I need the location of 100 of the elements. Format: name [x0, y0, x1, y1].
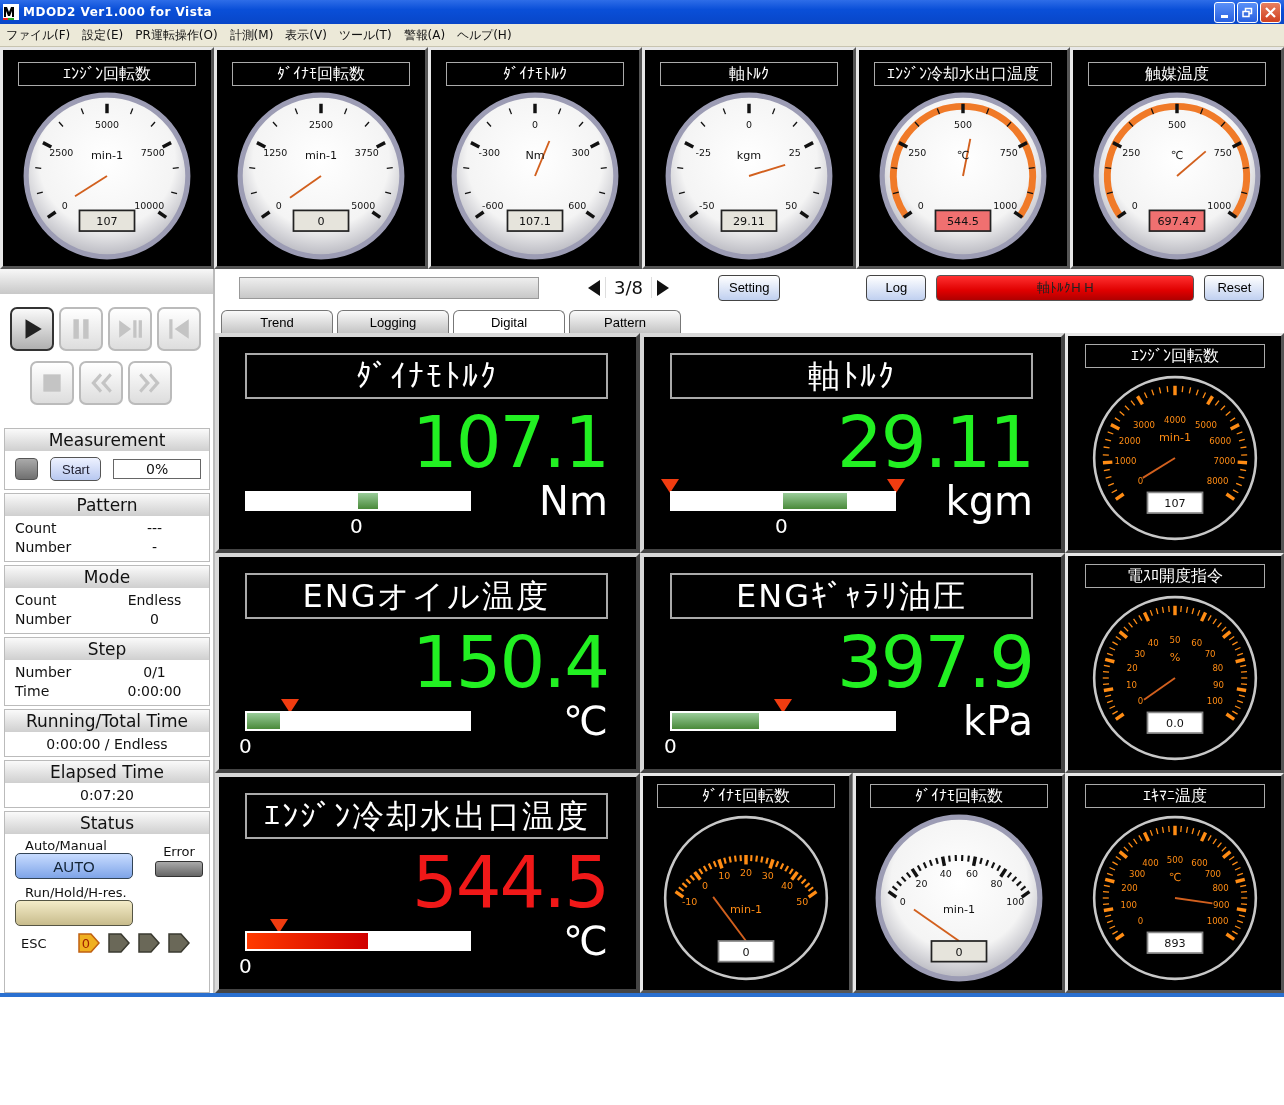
value-readout: 0: [930, 940, 988, 963]
reset-button[interactable]: Reset: [1204, 274, 1265, 301]
value-readout: 0: [717, 940, 775, 963]
gauge-needle: [748, 163, 787, 177]
scale-label: 0: [61, 200, 68, 212]
gauge-title: ｴﾝｼﾞﾝ回転数: [1084, 344, 1265, 368]
scale-label: 50: [1169, 634, 1180, 645]
menu-item[interactable]: ファイル(F): [6, 26, 71, 44]
value-readout: 107.1: [506, 209, 564, 232]
section-title: Pattern: [5, 494, 209, 516]
scale-label: 2500: [308, 118, 334, 130]
gauge-title: ｴｷﾏﾆ温度: [1084, 784, 1265, 808]
gauge-title: 触媒温度: [1088, 62, 1266, 86]
scale-label: 0: [701, 880, 708, 892]
field-label: Count: [15, 519, 58, 538]
scale-label: 30: [761, 870, 774, 882]
gauge-title: ﾀﾞｲﾅﾓ回転数: [232, 62, 410, 86]
field-label: Time: [15, 682, 51, 701]
scale-label: 1000: [1207, 200, 1232, 212]
gauge-title: 軸ﾄﾙｸ: [660, 62, 838, 86]
field-label: Count: [15, 591, 58, 610]
unit-label: min-1: [1158, 430, 1191, 444]
menu-item[interactable]: ツール(T): [338, 26, 392, 44]
unit-label: min-1: [942, 903, 976, 917]
scale-label: 900: [1212, 900, 1229, 911]
run-state-button[interactable]: [15, 900, 133, 926]
value-readout: 107: [78, 209, 136, 232]
left-triangle-icon: [587, 278, 601, 297]
scale-label: 20: [1126, 663, 1138, 674]
scale-label: 30: [1133, 648, 1145, 659]
menu-item[interactable]: 計測(M): [229, 26, 274, 44]
unit-label: ℃: [1170, 148, 1184, 162]
menu-item[interactable]: 表示(V): [285, 26, 327, 44]
scale-label: 1000: [993, 200, 1018, 212]
scale-label: 1000: [1206, 915, 1229, 926]
panel-title: ｴﾝｼﾞﾝ冷却水出口温度: [245, 793, 608, 839]
unit-label: min-1: [729, 903, 763, 917]
tab[interactable]: Pattern: [569, 310, 681, 333]
gauge-needle: [1141, 457, 1176, 479]
scale-label: 600: [568, 200, 587, 212]
scale-label: -600: [482, 200, 504, 212]
play-button[interactable]: [10, 307, 54, 351]
value-reading: 107.1: [410, 405, 608, 479]
unit-label: ℃: [563, 699, 608, 743]
value-reading: 544.5: [410, 845, 608, 919]
start-button[interactable]: Start: [50, 457, 102, 481]
menu-item[interactable]: PR運転操作(O): [135, 26, 218, 44]
scale-label: 1250: [263, 146, 288, 158]
gauge-needle: [289, 175, 322, 199]
scale-label: 600: [1190, 858, 1208, 869]
field-value: 0/1: [142, 663, 167, 682]
scale-label: 5000: [351, 200, 376, 212]
section-title: Running/Total Time: [5, 710, 209, 732]
scale-label: 7000: [1213, 455, 1235, 466]
scale-label: 10: [1125, 680, 1137, 691]
value-readout: 0.0: [1146, 711, 1203, 734]
menu-item[interactable]: 設定(E): [82, 26, 124, 44]
app-icon: [3, 4, 19, 20]
menu-item[interactable]: ヘルプ(H): [457, 26, 512, 44]
field-value: ---: [145, 519, 164, 538]
field-label: Number: [15, 538, 73, 557]
value-readout: 29.11: [720, 209, 778, 232]
restore-button[interactable]: [1237, 1, 1258, 23]
scale-label: 0: [1137, 915, 1143, 926]
tab[interactable]: Logging: [337, 310, 449, 333]
section-title: Step: [5, 638, 209, 660]
scale-label: 60: [1190, 638, 1202, 649]
scale-label: 0: [1131, 200, 1138, 212]
scale-label: 25: [788, 146, 801, 158]
value-reading: 150.4: [410, 625, 608, 699]
minimize-icon: [1221, 14, 1228, 18]
scale-label: 750: [1213, 146, 1232, 158]
scale-label: 0: [1137, 475, 1143, 486]
log-button[interactable]: Log: [866, 274, 927, 301]
panel-title: 軸ﾄﾙｸ: [670, 353, 1033, 399]
tab[interactable]: Trend: [221, 310, 333, 333]
scale-label: 300: [571, 146, 590, 158]
section-title: Elapsed Time: [5, 761, 209, 783]
scale-label: 90: [1212, 680, 1224, 691]
gauge-needle: [1173, 897, 1213, 905]
setting-button[interactable]: Setting: [717, 274, 781, 301]
scale-label: 300: [1128, 868, 1145, 879]
unit-label: kgm: [945, 479, 1033, 523]
close-button[interactable]: [1260, 1, 1281, 23]
zero-label: 0: [350, 515, 364, 537]
scale-label: 100: [1006, 896, 1025, 907]
panel-title: ENGｷﾞｬﾗﾘ油圧: [670, 573, 1033, 619]
field-value: 0:07:20: [79, 786, 135, 805]
auto-button[interactable]: AUTO: [15, 853, 133, 879]
scale-label: 4000: [1163, 414, 1186, 425]
unit-label: kPa: [963, 699, 1033, 743]
scale-label: 250: [1122, 146, 1141, 158]
scale-label: 60: [966, 867, 979, 879]
scale-label: 100: [1120, 900, 1137, 911]
panel-title: ﾀﾞｲﾅﾓﾄﾙｸ: [245, 353, 608, 399]
menu-item[interactable]: 警報(A): [403, 26, 446, 44]
zero-label: 0: [239, 735, 253, 757]
value-readout: 544.5: [934, 209, 992, 232]
tab[interactable]: Digital: [453, 310, 565, 333]
minimize-button[interactable]: [1214, 1, 1235, 23]
